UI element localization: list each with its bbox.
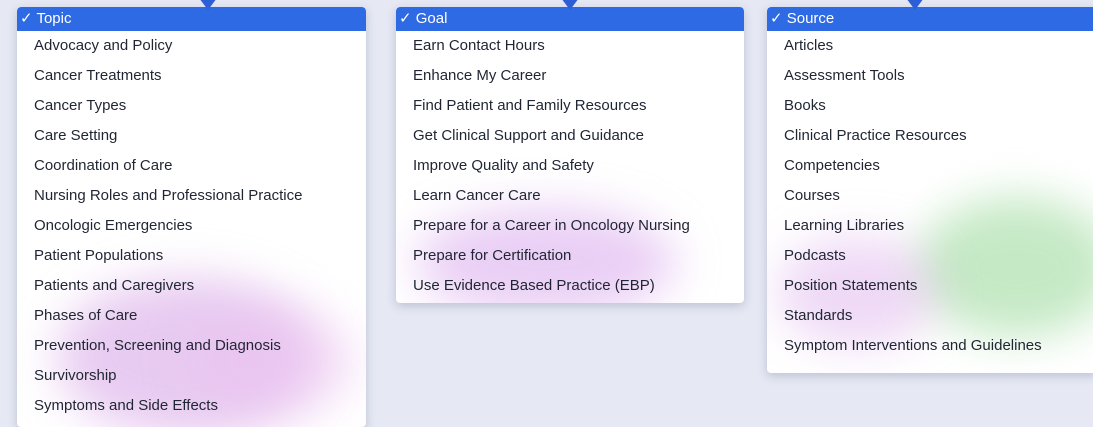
goal-dropdown-header[interactable]: ✓ Goal bbox=[396, 7, 744, 31]
goal-option[interactable]: Get Clinical Support and Guidance bbox=[396, 121, 744, 151]
goal-dropdown: ✓ Goal Earn Contact Hours Enhance My Car… bbox=[396, 7, 744, 303]
topic-option[interactable]: Advocacy and Policy bbox=[17, 31, 366, 61]
topic-option[interactable]: Cancer Treatments bbox=[17, 61, 366, 91]
goal-option[interactable]: Find Patient and Family Resources bbox=[396, 91, 744, 121]
goal-option[interactable]: Earn Contact Hours bbox=[396, 31, 744, 61]
topic-option[interactable]: Care Setting bbox=[17, 121, 366, 151]
topic-option[interactable]: Nursing Roles and Professional Practice bbox=[17, 181, 366, 211]
source-option[interactable]: Books bbox=[767, 91, 1093, 121]
source-option[interactable]: Competencies bbox=[767, 151, 1093, 181]
topic-dropdown: ✓ Topic Advocacy and Policy Cancer Treat… bbox=[17, 7, 366, 427]
goal-option[interactable]: Use Evidence Based Practice (EBP) bbox=[396, 271, 744, 301]
source-option[interactable]: Position Statements bbox=[767, 271, 1093, 301]
source-dropdown-header[interactable]: ✓ Source bbox=[767, 7, 1093, 31]
source-option[interactable]: Assessment Tools bbox=[767, 61, 1093, 91]
topic-option[interactable]: Coordination of Care bbox=[17, 151, 366, 181]
topic-options-list: Advocacy and Policy Cancer Treatments Ca… bbox=[17, 31, 366, 421]
topic-option[interactable]: Cancer Types bbox=[17, 91, 366, 121]
topic-option[interactable]: Symptoms and Side Effects bbox=[17, 391, 366, 421]
goal-option[interactable]: Learn Cancer Care bbox=[396, 181, 744, 211]
source-option[interactable]: Articles bbox=[767, 31, 1093, 61]
goal-option[interactable]: Enhance My Career bbox=[396, 61, 744, 91]
source-option[interactable]: Podcasts bbox=[767, 241, 1093, 271]
goal-options-list: Earn Contact Hours Enhance My Career Fin… bbox=[396, 31, 744, 301]
topic-option[interactable]: Phases of Care bbox=[17, 301, 366, 331]
topic-option[interactable]: Survivorship bbox=[17, 361, 366, 391]
goal-option[interactable]: Prepare for a Career in Oncology Nursing bbox=[396, 211, 744, 241]
goal-option[interactable]: Prepare for Certification bbox=[396, 241, 744, 271]
source-option[interactable]: Standards bbox=[767, 301, 1093, 331]
source-dropdown: ✓ Source Articles Assessment Tools Books… bbox=[767, 7, 1093, 373]
source-options-list: Articles Assessment Tools Books Clinical… bbox=[767, 31, 1093, 361]
topic-option[interactable]: Prevention, Screening and Diagnosis bbox=[17, 331, 366, 361]
source-option[interactable]: Courses bbox=[767, 181, 1093, 211]
topic-option[interactable]: Oncologic Emergencies bbox=[17, 211, 366, 241]
goal-option[interactable]: Improve Quality and Safety bbox=[396, 151, 744, 181]
source-option[interactable]: Symptom Interventions and Guidelines bbox=[767, 331, 1093, 361]
topic-option[interactable]: Patient Populations bbox=[17, 241, 366, 271]
topic-option[interactable]: Patients and Caregivers bbox=[17, 271, 366, 301]
source-option[interactable]: Learning Libraries bbox=[767, 211, 1093, 241]
source-option[interactable]: Clinical Practice Resources bbox=[767, 121, 1093, 151]
topic-dropdown-header[interactable]: ✓ Topic bbox=[17, 7, 366, 31]
